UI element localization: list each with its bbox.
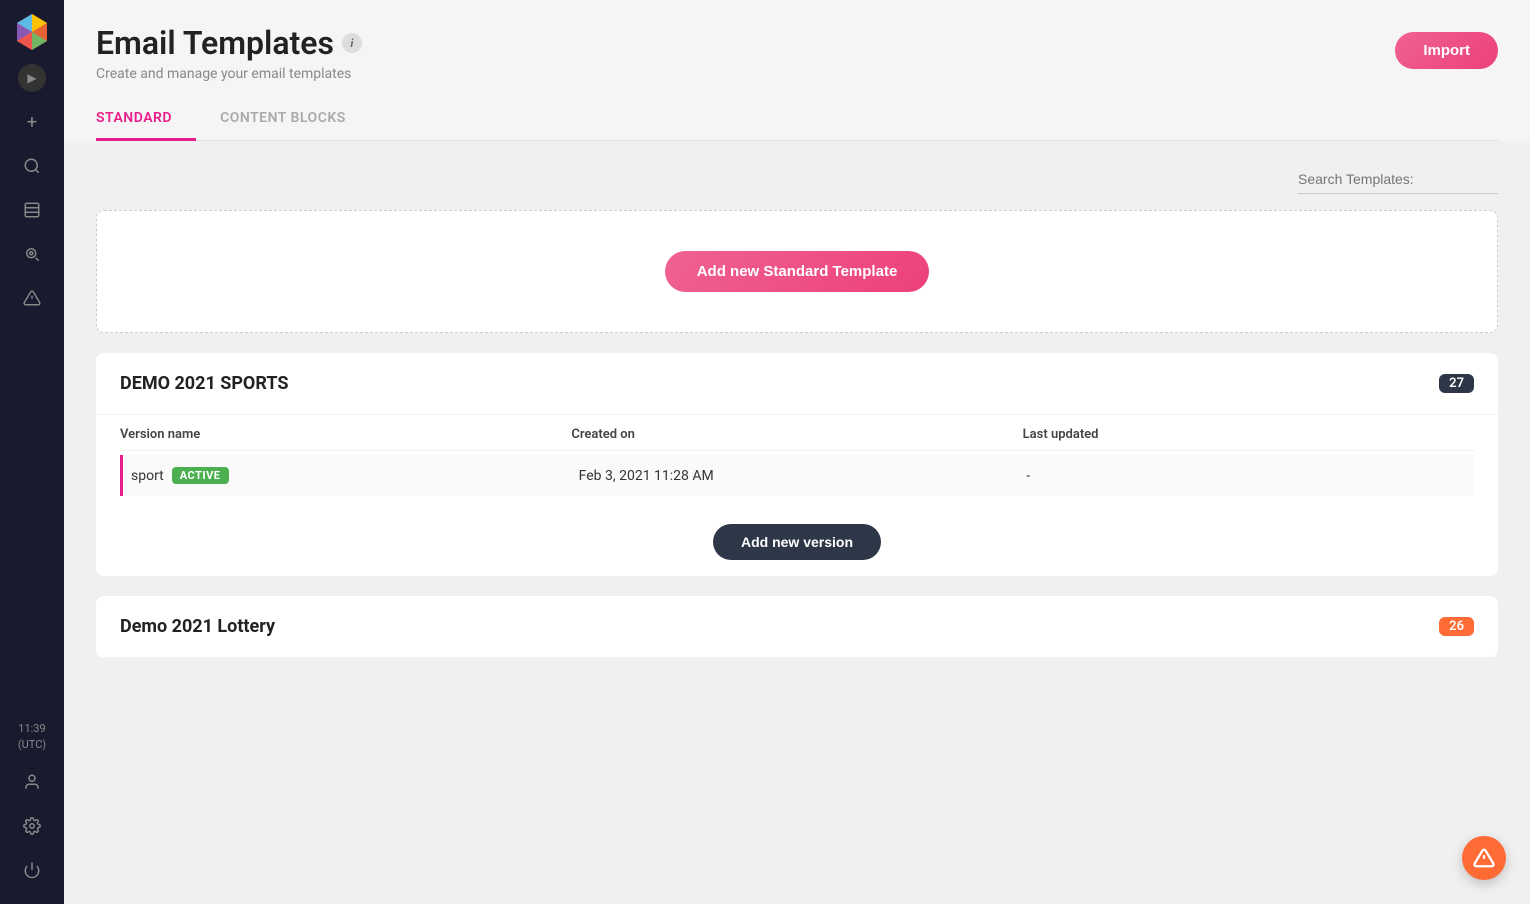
- alert-fab[interactable]: [1462, 836, 1506, 880]
- search-icon[interactable]: [14, 148, 50, 184]
- template-title-lottery: Demo 2021 Lottery: [120, 616, 275, 637]
- table-header-sports: Version name Created on Last updated: [120, 415, 1474, 451]
- tab-standard[interactable]: STANDARD: [96, 98, 196, 141]
- template-badge-lottery: 26: [1439, 617, 1474, 636]
- table-row[interactable]: sport ACTIVE Feb 3, 2021 11:28 AM -: [120, 455, 1474, 496]
- last-updated-cell: -: [1026, 468, 1474, 484]
- play-button[interactable]: ▶: [18, 64, 46, 92]
- sidebar-time: 11:39 (UTC): [18, 721, 46, 752]
- info-icon[interactable]: i: [342, 33, 362, 53]
- import-button[interactable]: Import: [1395, 32, 1498, 69]
- add-standard-template-button[interactable]: Add new Standard Template: [665, 251, 930, 292]
- tab-content-blocks[interactable]: CONTENT BLOCKS: [220, 98, 370, 141]
- tabs: STANDARD CONTENT BLOCKS: [96, 98, 1498, 141]
- template-title-sports: DEMO 2021 SPORTS: [120, 373, 288, 394]
- template-section-lottery: Demo 2021 Lottery 26: [96, 596, 1498, 658]
- template-header-sports: DEMO 2021 SPORTS 27: [96, 353, 1498, 415]
- col-created-on: Created on: [571, 427, 1022, 442]
- add-template-card: Add new Standard Template: [96, 210, 1498, 333]
- col-version-name: Version name: [120, 427, 571, 442]
- power-icon[interactable]: [14, 852, 50, 888]
- user-profile-icon[interactable]: [14, 764, 50, 800]
- chart-icon[interactable]: [14, 192, 50, 228]
- page-title: Email Templates: [96, 24, 334, 62]
- search-row: [96, 165, 1498, 194]
- versions-table-sports: Version name Created on Last updated spo…: [96, 415, 1498, 516]
- page-subtitle: Create and manage your email templates: [96, 66, 362, 82]
- sidebar: ▶ + 11:39 (UTC): [0, 0, 64, 904]
- analytics-icon[interactable]: [14, 236, 50, 272]
- page-title-container: Email Templates i: [96, 24, 362, 62]
- header-left: Email Templates i Create and manage your…: [96, 24, 362, 82]
- template-badge-sports: 27: [1439, 374, 1474, 393]
- page-header: Email Templates i Create and manage your…: [64, 0, 1530, 82]
- add-icon[interactable]: +: [14, 104, 50, 140]
- active-status-badge: ACTIVE: [172, 467, 229, 484]
- col-last-updated: Last updated: [1023, 427, 1474, 442]
- main-content: Email Templates i Create and manage your…: [64, 0, 1530, 904]
- add-version-button-sports[interactable]: Add new version: [713, 524, 881, 560]
- content-area: Add new Standard Template DEMO 2021 SPOR…: [64, 141, 1530, 904]
- template-header-lottery: Demo 2021 Lottery 26: [96, 596, 1498, 658]
- app-logo[interactable]: [12, 12, 52, 56]
- created-on-cell: Feb 3, 2021 11:28 AM: [579, 468, 1027, 484]
- add-version-row-sports: Add new version: [96, 516, 1498, 576]
- search-input[interactable]: [1298, 165, 1498, 194]
- tabs-container: STANDARD CONTENT BLOCKS: [64, 98, 1530, 141]
- template-section-sports: DEMO 2021 SPORTS 27 Version name Created…: [96, 353, 1498, 576]
- version-name-cell: sport ACTIVE: [131, 467, 579, 484]
- alert-nav-icon[interactable]: [14, 280, 50, 316]
- settings-icon[interactable]: [14, 808, 50, 844]
